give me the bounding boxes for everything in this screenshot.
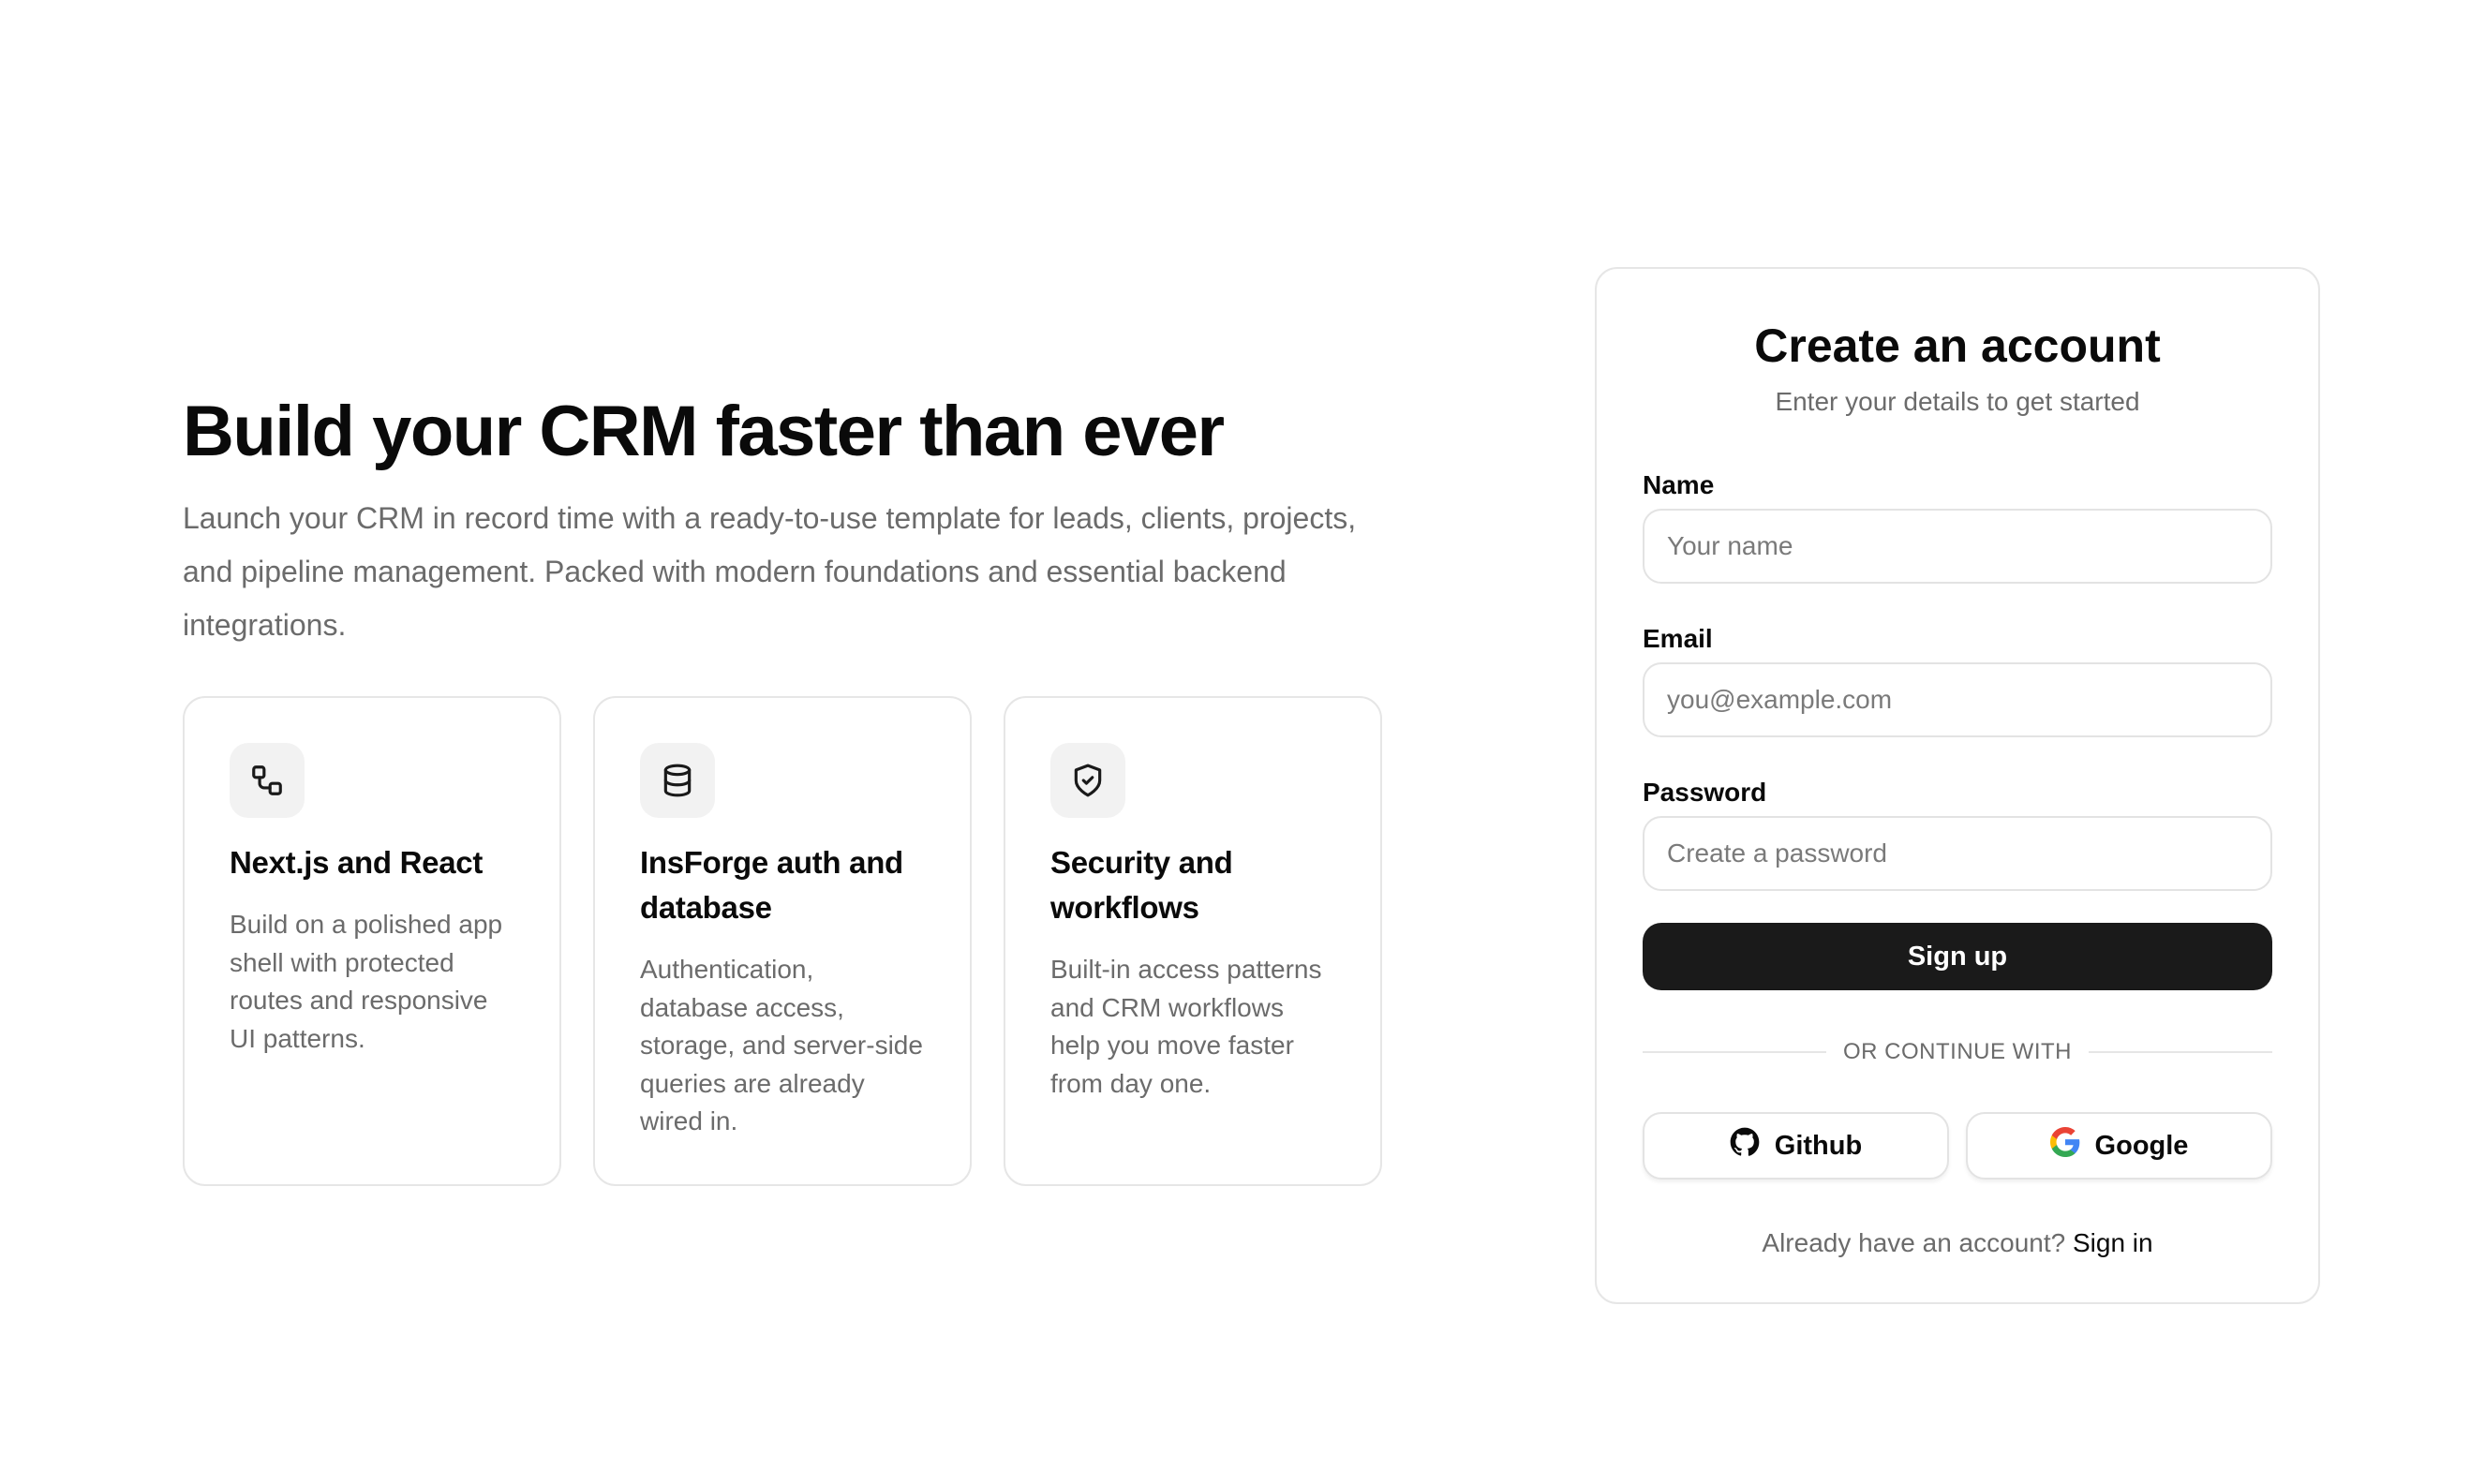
feature-description: Built-in access patterns and CRM workflo… [1050, 955, 1322, 1098]
feature-title: InsForge auth and database [640, 845, 903, 925]
sign-in-link[interactable]: Sign in [2073, 1228, 2153, 1257]
divider-line-right [2089, 1051, 2273, 1053]
feature-title: Security and workflows [1050, 845, 1233, 925]
feature-card-nextjs: Next.js and React Build on a polished ap… [183, 696, 561, 1186]
google-button[interactable]: Google [1966, 1112, 2272, 1180]
password-input[interactable] [1643, 816, 2272, 891]
email-input[interactable] [1643, 662, 2272, 737]
password-label: Password [1643, 778, 1767, 807]
github-icon [1730, 1127, 1760, 1165]
hero-description: Launch your CRM in record time with a re… [183, 501, 1357, 642]
name-label: Name [1643, 470, 1715, 499]
email-label: Email [1643, 624, 1713, 653]
email-field-group: Email [1643, 623, 2272, 737]
signup-card: Create an account Enter your details to … [1595, 267, 2320, 1304]
feature-cards: Next.js and React Build on a polished ap… [183, 696, 1382, 1186]
shield-check-icon [1050, 743, 1125, 818]
feature-card-insforge: InsForge auth and database Authenticatio… [593, 696, 972, 1186]
feature-card-security: Security and workflows Built-in access p… [1004, 696, 1382, 1186]
feature-description: Authentication, database access, storage… [640, 955, 923, 1135]
password-field-group: Password [1643, 777, 2272, 891]
signin-row: Already have an account? Sign in [1643, 1228, 2272, 1258]
google-label: Google [2094, 1130, 2189, 1161]
workflow-icon [230, 743, 305, 818]
sign-up-button[interactable]: Sign up [1643, 923, 2272, 990]
hero-title: Build your CRM faster than ever [183, 392, 1225, 471]
name-field-group: Name [1643, 469, 2272, 584]
divider: OR CONTINUE WITH [1643, 1039, 2273, 1065]
feature-title: Next.js and React [230, 845, 484, 880]
database-icon [640, 743, 715, 818]
google-icon [2049, 1126, 2080, 1165]
name-input[interactable] [1643, 509, 2272, 584]
hero-section: Build your CRM faster than ever Launch y… [183, 389, 1401, 652]
social-login-row: Github Google [1643, 1112, 2272, 1180]
divider-text: OR CONTINUE WITH [1843, 1039, 2072, 1064]
signup-subtitle: Enter your details to get started [1775, 387, 2140, 416]
github-label: Github [1774, 1130, 1863, 1161]
feature-description: Build on a polished app shell with prote… [230, 910, 503, 1053]
divider-line-left [1643, 1051, 1827, 1053]
signup-title: Create an account [1754, 319, 2161, 372]
signin-prompt: Already have an account? [1762, 1228, 2066, 1257]
github-button[interactable]: Github [1643, 1112, 1949, 1180]
